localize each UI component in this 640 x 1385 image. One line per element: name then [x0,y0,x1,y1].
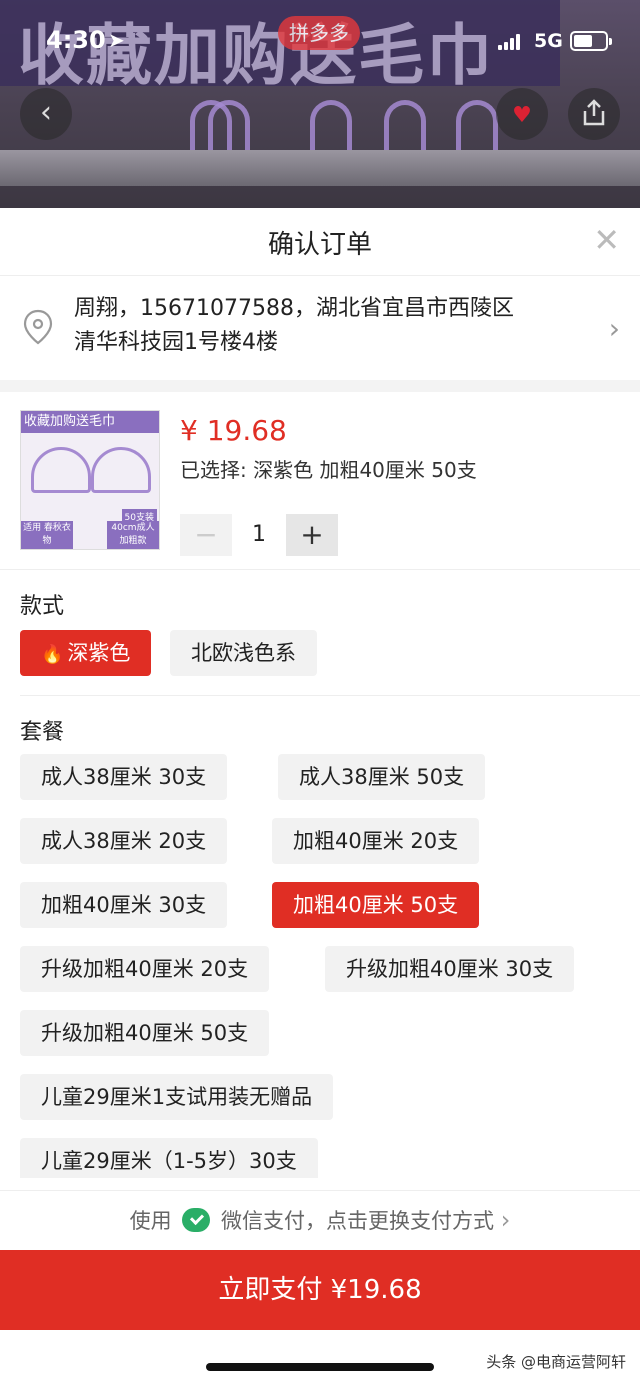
sheet-title: 确认订单 [267,230,372,260]
selected-variant: 已选择: 深紫色 加粗40厘米 50支 [180,458,477,482]
address-text: 周翔，15671077588，湖北省宜昌市西陵区 清华科技园1号楼4楼 [74,292,514,360]
heart-icon: ♥ [512,103,532,128]
battery-icon [570,31,612,51]
style-section: 款式 🔥 深紫色 北欧浅色系 [0,570,640,696]
package-option[interactable]: 成人38厘米 30支 [20,754,228,800]
payment-prefix: 使用 [129,1209,172,1233]
address-row[interactable]: 周翔，15671077588，湖北省宜昌市西陵区 清华科技园1号楼4楼 › [0,276,640,380]
package-option[interactable]: 加粗40厘米 30支 [20,882,228,928]
address-line2: 清华科技园1号楼4楼 [74,330,278,355]
share-icon [583,99,605,126]
package-option[interactable]: 成人38厘米 50支 [278,754,486,800]
style-title: 款式 [20,594,65,619]
pay-now-button[interactable]: 立即支付 ¥19.68 [0,1250,640,1330]
package-option[interactable]: 儿童29厘米1支试用装无赠品 [20,1074,334,1120]
address-line1: 周翔，15671077588，湖北省宜昌市西陵区 [74,296,514,321]
hanger-rail [0,150,640,186]
package-option[interactable]: 儿童29厘米（1-5岁）30支 [20,1138,318,1178]
fire-icon: 🔥 [41,644,64,665]
hanger-image [91,447,151,493]
style-option-nordic-light[interactable]: 北欧浅色系 [170,630,317,676]
hanger-image [31,447,91,493]
package-section: 套餐 成人38厘米 30支 成人38厘米 50支 成人38厘米 20支 加粗40… [0,696,640,1182]
style-option-label: 深紫色 [67,641,131,665]
location-pin-icon [23,309,53,345]
payment-method-text: 微信支付，点击更换支付方式 [221,1209,495,1233]
product-thumbnail: 收藏加购送毛巾 50支装 适用 春秋衣物 40cm成人 加粗款 [20,410,160,550]
thumbnail-label-left: 适用 春秋衣物 [21,521,73,549]
package-option[interactable]: 升级加粗40厘米 50支 [20,1010,270,1056]
payment-method-bar[interactable]: 使用 微信支付，点击更换支付方式 › [0,1190,640,1250]
product-price: ¥ 19.68 [180,414,287,447]
watermark: 头条 @电商运营阿轩 [486,1353,626,1371]
style-option-deep-purple[interactable]: 🔥 深紫色 [20,630,152,676]
decrease-quantity-button[interactable]: − [180,514,232,556]
signal-icon [498,34,522,50]
share-button[interactable] [568,88,620,140]
package-option-selected[interactable]: 加粗40厘米 50支 [272,882,480,928]
back-button[interactable]: ‹ [20,88,72,140]
package-option[interactable]: 成人38厘米 20支 [20,818,228,864]
sheet-header: 确认订单 ✕ [0,208,640,276]
thumbnail-label-right: 40cm成人 加粗款 [107,521,159,549]
wechat-pay-icon [182,1208,211,1232]
chevron-right-icon: › [500,1206,511,1234]
thumbnail-banner: 收藏加购送毛巾 [21,411,159,433]
package-option[interactable]: 加粗40厘米 20支 [272,818,480,864]
close-icon[interactable]: ✕ [593,224,620,256]
status-time: 4:30 [46,26,106,54]
order-sheet: 确认订单 ✕ 周翔，15671077588，湖北省宜昌市西陵区 清华科技园1号楼… [0,208,640,1385]
package-option[interactable]: 升级加粗40厘米 30支 [325,946,575,992]
chevron-left-icon: ‹ [40,95,52,130]
status-bar: 4:30 ➤ 5G [0,0,640,80]
package-option[interactable]: 升级加粗40厘米 20支 [20,946,270,992]
increase-quantity-button[interactable]: + [286,514,338,556]
network-type: 5G [534,30,563,52]
package-title: 套餐 [20,720,65,745]
favorite-button[interactable]: ♥ [496,88,548,140]
quantity-value[interactable]: 1 [232,514,286,556]
chevron-right-icon: › [608,312,620,345]
home-indicator [206,1363,434,1371]
section-divider [0,380,640,392]
location-arrow-icon: ➤ [108,28,125,52]
